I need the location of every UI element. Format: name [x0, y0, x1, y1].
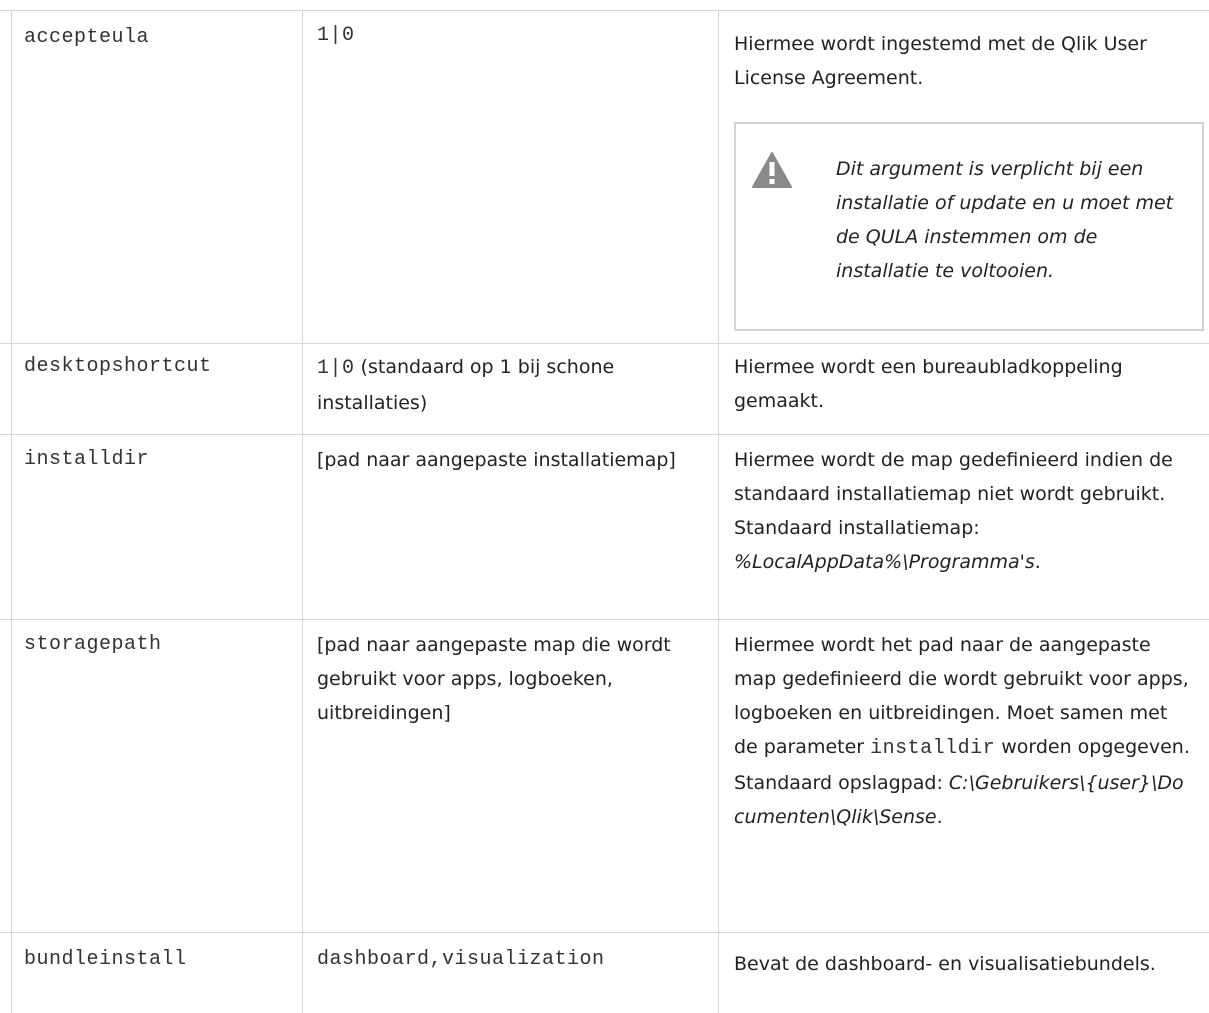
param-description: Bevat de dashboard- en visualisatiebunde… — [734, 953, 1156, 975]
param-value: [pad naar aangepaste map die wordt gebru… — [317, 634, 671, 724]
warning-triangle-icon — [752, 152, 792, 188]
table-row: storagepath [pad naar aangepaste map die… — [0, 620, 1209, 933]
param-value-code: 1|0 — [317, 357, 355, 380]
param-name: installdir — [24, 448, 150, 471]
param-name: desktopshortcut — [24, 355, 212, 378]
inline-code: installdir — [870, 737, 996, 760]
table-row: bundleinstall dashboard,visualization Be… — [0, 933, 1209, 1013]
table-row: accepteula 1|0 Hiermee wordt ingestemd m… — [0, 11, 1209, 344]
param-name: bundleinstall — [24, 948, 187, 971]
warning-text: Dit argument is verplicht bij een instal… — [836, 158, 1174, 282]
param-value: [pad naar aangepaste installatiemap] — [317, 449, 676, 471]
param-description: Hiermee wordt de map gedefinieerd indien… — [734, 449, 1173, 573]
table-row: installdir [pad naar aangepaste installa… — [0, 435, 1209, 620]
param-name: storagepath — [24, 633, 162, 656]
param-value-text: (standaard op 1 bij schone installaties) — [317, 356, 615, 414]
param-description: Hiermee wordt het pad naar de aangepaste… — [734, 634, 1190, 828]
param-value: 1|0 (standaard op 1 bij schone installat… — [317, 350, 712, 420]
table-row: desktopshortcut 1|0 (standaard op 1 bij … — [0, 344, 1209, 435]
parameters-table: accepteula 1|0 Hiermee wordt ingestemd m… — [0, 10, 1209, 1013]
param-description: Hiermee wordt een bureaubladkoppeling ge… — [734, 356, 1123, 412]
param-value: dashboard,visualization — [317, 948, 605, 971]
default-install-path: %LocalAppData%\Programma's — [734, 551, 1035, 573]
param-value: 1|0 — [317, 24, 355, 47]
warning-note: Dit argument is verplicht bij een instal… — [734, 122, 1204, 331]
param-name: accepteula — [24, 26, 150, 49]
param-description: Hiermee wordt ingestemd met de Qlik User… — [734, 33, 1147, 89]
